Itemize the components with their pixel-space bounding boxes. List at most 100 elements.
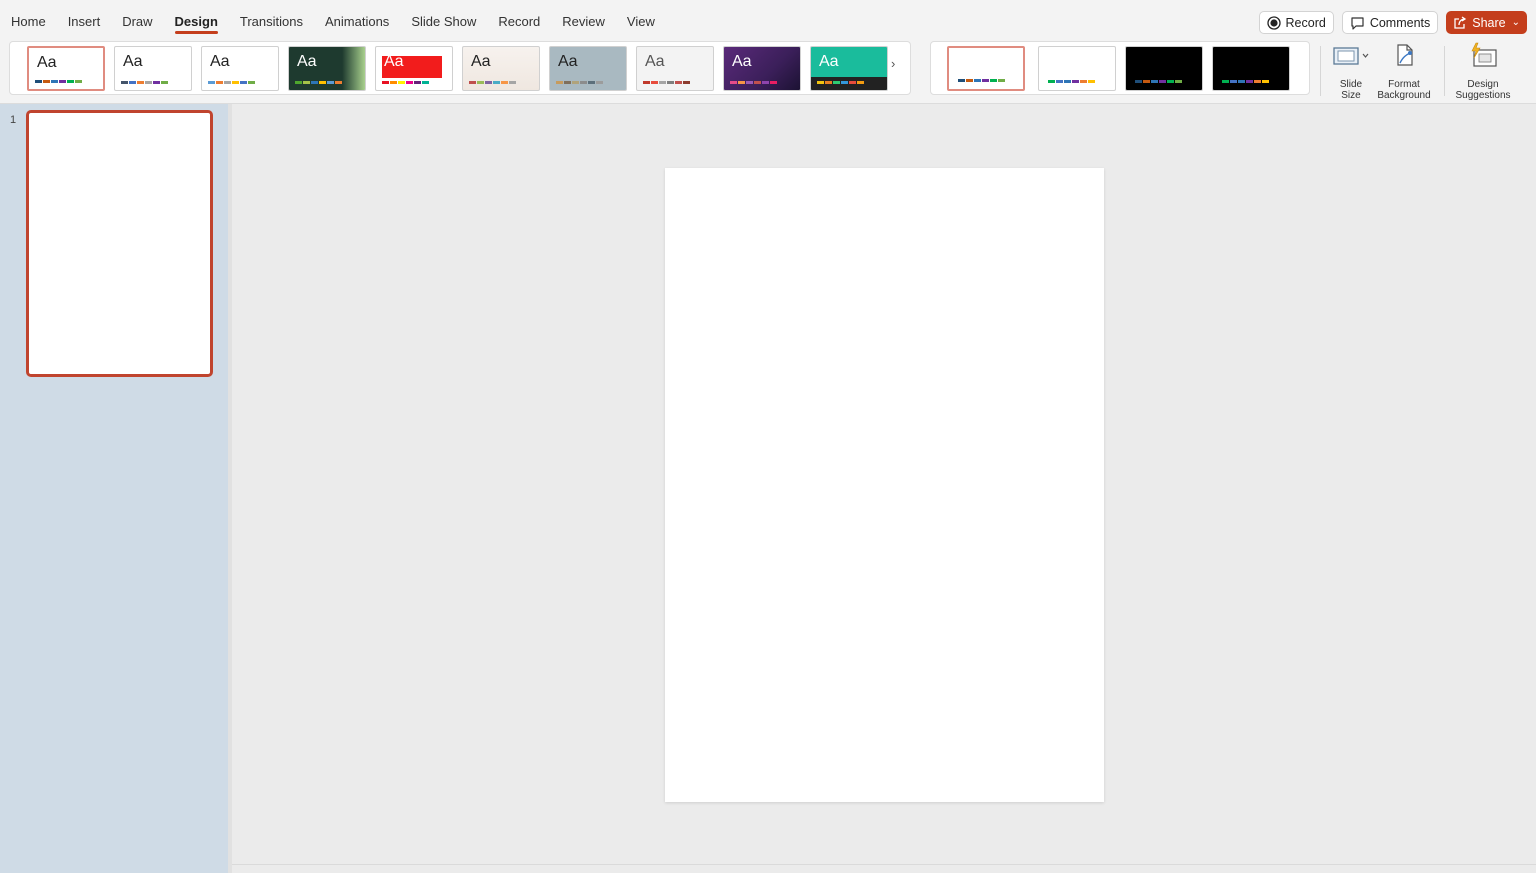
tab-review[interactable]: Review (551, 0, 616, 38)
comments-button[interactable]: Comments (1341, 11, 1439, 34)
design-suggestions-icon (1466, 41, 1500, 76)
color-swatch (1056, 80, 1063, 83)
more-themes-chevron-icon[interactable]: › (891, 56, 895, 71)
theme-font-sample: Aa (471, 53, 491, 70)
color-swatch (67, 80, 74, 83)
color-swatch (572, 81, 579, 84)
color-swatch (1151, 80, 1158, 83)
variant-thumbnail[interactable] (1038, 46, 1116, 91)
theme-color-swatches (382, 81, 429, 84)
color-swatch (762, 81, 769, 84)
color-swatch (849, 81, 856, 84)
theme-color-swatches (295, 81, 342, 84)
chevron-down-icon[interactable]: ⌄ (1512, 17, 1520, 28)
tab-record[interactable]: Record (487, 0, 551, 38)
color-swatch (121, 81, 128, 84)
color-swatch (564, 81, 571, 84)
color-swatch (958, 79, 965, 82)
color-swatch (1048, 80, 1055, 83)
slide-thumbnail[interactable] (26, 110, 213, 377)
slide-size-icon (1331, 41, 1371, 76)
color-swatch (469, 81, 476, 84)
color-swatch (406, 81, 413, 84)
record-button[interactable]: Record (1258, 11, 1334, 34)
color-swatch (59, 80, 66, 83)
color-swatch (1222, 80, 1229, 83)
variant-color-swatches (1048, 80, 1095, 83)
theme-thumbnail[interactable]: Aa (462, 46, 540, 91)
format-background-icon (1389, 41, 1419, 76)
top-menu-bar: Home Insert Draw Design Transitions Anim… (0, 0, 1536, 38)
color-swatch (1135, 80, 1142, 83)
theme-thumbnail[interactable]: Aa (810, 46, 888, 91)
theme-thumbnail[interactable]: Aa (549, 46, 627, 91)
color-swatch (311, 81, 318, 84)
tab-home[interactable]: Home (0, 0, 57, 38)
variant-thumbnail[interactable] (1212, 46, 1290, 91)
color-swatch (1246, 80, 1253, 83)
theme-font-sample: Aa (558, 53, 578, 70)
color-swatch (1072, 80, 1079, 83)
theme-thumbnail[interactable]: Aa (723, 46, 801, 91)
tab-insert[interactable]: Insert (57, 0, 112, 38)
theme-color-swatches (556, 81, 603, 84)
tab-animations[interactable]: Animations (314, 0, 400, 38)
color-swatch (51, 80, 58, 83)
slide-size-button[interactable]: Slide Size (1330, 41, 1372, 101)
share-button[interactable]: Share ⌄ (1446, 11, 1527, 34)
theme-thumbnail[interactable]: Aa (114, 46, 192, 91)
color-swatch (145, 81, 152, 84)
theme-font-sample: Aa (123, 53, 143, 70)
theme-thumbnail[interactable]: Aa (636, 46, 714, 91)
variant-color-swatches (1222, 80, 1269, 83)
color-swatch (1064, 80, 1071, 83)
variant-thumbnail[interactable] (1125, 46, 1203, 91)
color-swatch (208, 81, 215, 84)
tab-slide-show[interactable]: Slide Show (400, 0, 487, 38)
color-swatch (240, 81, 247, 84)
ribbon-divider (1320, 46, 1321, 96)
design-suggestions-button[interactable]: Design Suggestions (1452, 41, 1514, 101)
theme-thumbnail[interactable]: Aa (27, 46, 105, 91)
color-swatch (129, 81, 136, 84)
color-swatch (841, 81, 848, 84)
color-swatch (303, 81, 310, 84)
variant-thumbnail[interactable] (947, 46, 1025, 91)
color-swatch (43, 80, 50, 83)
tab-design[interactable]: Design (164, 0, 229, 38)
header-actions: Record Comments Share ⌄ (1258, 11, 1527, 34)
color-swatch (477, 81, 484, 84)
theme-font-sample: Aa (384, 53, 404, 70)
color-swatch (422, 81, 429, 84)
record-icon (1266, 15, 1281, 30)
color-swatch (754, 81, 761, 84)
color-swatch (327, 81, 334, 84)
theme-thumbnail[interactable]: Aa (375, 46, 453, 91)
color-swatch (651, 81, 658, 84)
theme-thumbnail[interactable]: Aa (288, 46, 366, 91)
color-swatch (857, 81, 864, 84)
theme-font-sample: Aa (732, 53, 752, 70)
color-swatch (966, 79, 973, 82)
theme-thumbnail[interactable]: Aa (201, 46, 279, 91)
theme-color-swatches (208, 81, 255, 84)
color-swatch (398, 81, 405, 84)
color-swatch (833, 81, 840, 84)
color-swatch (1167, 80, 1174, 83)
theme-font-sample: Aa (819, 53, 839, 70)
color-swatch (390, 81, 397, 84)
color-swatch (580, 81, 587, 84)
color-swatch (588, 81, 595, 84)
color-swatch (509, 81, 516, 84)
color-swatch (675, 81, 682, 84)
format-background-button[interactable]: Format Background (1376, 41, 1432, 101)
slide-editor-canvas (232, 104, 1536, 864)
design-suggestions-label: Design Suggestions (1455, 79, 1511, 101)
slide-canvas[interactable] (665, 168, 1104, 802)
color-swatch (998, 79, 1005, 82)
tab-transitions[interactable]: Transitions (229, 0, 314, 38)
horizontal-scrollbar[interactable] (232, 864, 1536, 873)
tab-draw[interactable]: Draw (111, 0, 163, 38)
tab-view[interactable]: View (616, 0, 666, 38)
theme-color-swatches (121, 81, 168, 84)
